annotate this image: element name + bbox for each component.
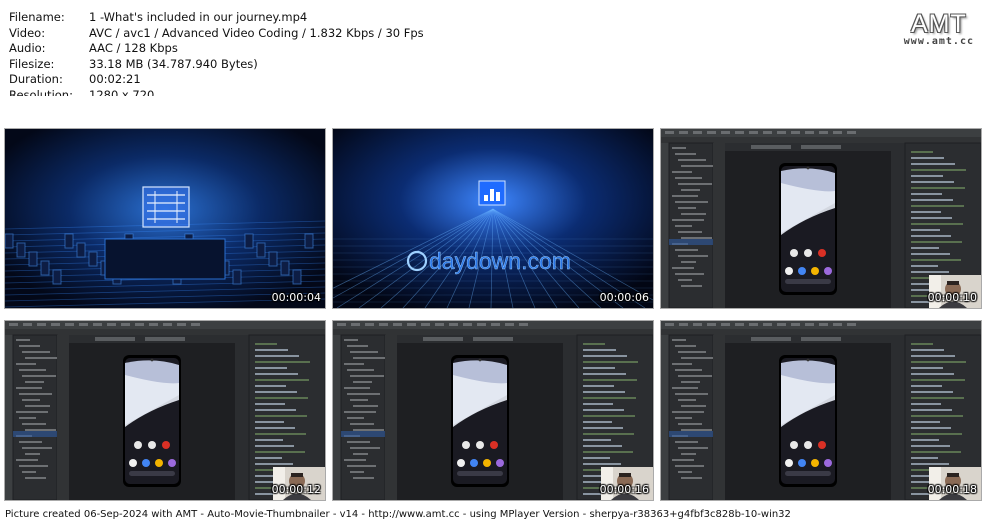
thumbnail-frame [661,129,981,308]
thumbnail-frame [333,321,653,500]
video-thumbnail: 00:00:12 [5,321,325,500]
video-thumbnail: 00:00:16 [333,321,653,500]
timestamp: 00:00:18 [927,483,977,496]
timestamp: 00:00:16 [599,483,649,496]
timestamp: 00:00:06 [599,291,649,304]
thumbnail-frame [5,321,325,500]
thumbnail-frame [661,321,981,500]
svg-text:daydown.com: daydown.com [429,248,571,274]
video-thumbnail: daydown.com 00:00:06 [333,129,653,308]
timestamp: 00:00:12 [271,483,321,496]
video-thumbnail: 00:00:10 [661,129,981,308]
thumbnail-frame: daydown.com [333,129,653,308]
video-thumbnail: 00:00:18 [661,321,981,500]
thumbnail-grid: 00:00:04 daydown.com 00:00:06 00:00:10 00:00… [0,0,988,521]
thumbnail-frame [5,129,325,308]
timestamp: 00:00:04 [271,291,321,304]
timestamp: 00:00:10 [927,291,977,304]
video-thumbnail: 00:00:04 [5,129,325,308]
footer-credit: Picture created 06-Sep-2024 with AMT - A… [5,509,791,520]
